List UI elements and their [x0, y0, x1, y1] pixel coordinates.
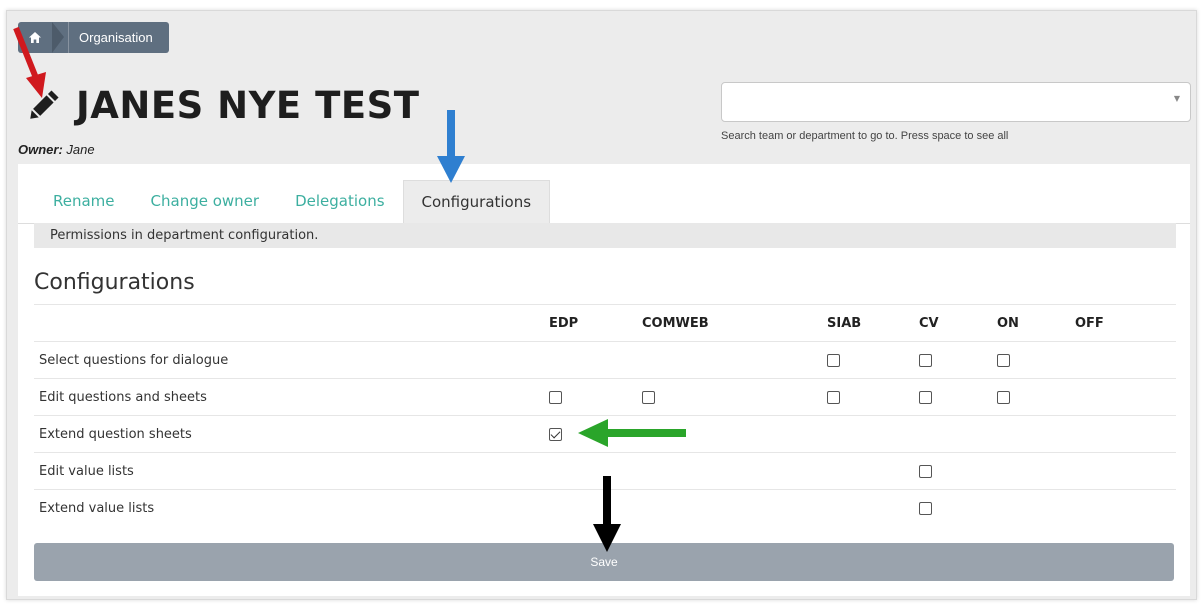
- breadcrumb-separator: [52, 22, 64, 53]
- green-arrow-annotation: [578, 419, 686, 447]
- dropdown-caret-icon[interactable]: ▼: [1174, 94, 1180, 103]
- team-search-select[interactable]: ▼: [721, 82, 1191, 122]
- section-title: Configurations: [34, 270, 195, 295]
- checkbox[interactable]: [827, 390, 840, 404]
- checkbox[interactable]: [549, 390, 562, 404]
- red-arrow-annotation: [13, 26, 46, 98]
- column-header: ON: [997, 304, 1075, 342]
- row-label: Edit questions and sheets: [34, 378, 549, 416]
- title-row: JANES NYE TEST: [24, 84, 420, 127]
- row-label: Extend value lists: [34, 489, 549, 526]
- column-header: COMWEB: [642, 304, 827, 342]
- column-header: CV: [919, 304, 997, 342]
- search-help-text: Search team or department to go to. Pres…: [721, 130, 1009, 142]
- checkbox[interactable]: [919, 464, 932, 478]
- checkbox[interactable]: [997, 390, 1010, 404]
- tab-bar: Rename Change owner Delegations Configur…: [18, 180, 1190, 225]
- checkbox-checked[interactable]: [549, 427, 562, 441]
- breadcrumb-organisation[interactable]: Organisation: [68, 22, 169, 53]
- search-input[interactable]: [730, 83, 1164, 121]
- owner-label: Owner:: [18, 142, 63, 157]
- row-label: Select questions for dialogue: [34, 341, 549, 379]
- checkbox[interactable]: [919, 501, 932, 515]
- checkbox[interactable]: [827, 353, 840, 367]
- tab-configurations[interactable]: Configurations: [402, 180, 551, 225]
- column-header: EDP: [549, 304, 642, 342]
- blue-arrow-annotation: [437, 110, 465, 183]
- tab-description: Permissions in department configuration.: [34, 223, 1176, 248]
- table-row: Edit questions and sheets: [34, 378, 1176, 416]
- row-label: Extend question sheets: [34, 415, 549, 453]
- table-header-row: EDP COMWEB SIAB CV ON OFF: [34, 304, 1176, 342]
- owner-line: Owner: Jane: [18, 142, 95, 157]
- checkbox[interactable]: [919, 353, 932, 367]
- column-header: OFF: [1075, 304, 1176, 342]
- column-header: SIAB: [827, 304, 919, 342]
- tab-delegations[interactable]: Delegations: [277, 180, 402, 223]
- row-label: Edit value lists: [34, 452, 549, 490]
- black-arrow-annotation: [593, 476, 621, 552]
- owner-value: Jane: [66, 142, 95, 157]
- table-row: Select questions for dialogue: [34, 341, 1176, 379]
- tab-change-owner[interactable]: Change owner: [133, 180, 278, 223]
- tab-rename[interactable]: Rename: [18, 180, 133, 223]
- checkbox[interactable]: [997, 353, 1010, 367]
- checkbox[interactable]: [919, 390, 932, 404]
- checkbox[interactable]: [642, 390, 655, 404]
- page-title: JANES NYE TEST: [76, 84, 420, 127]
